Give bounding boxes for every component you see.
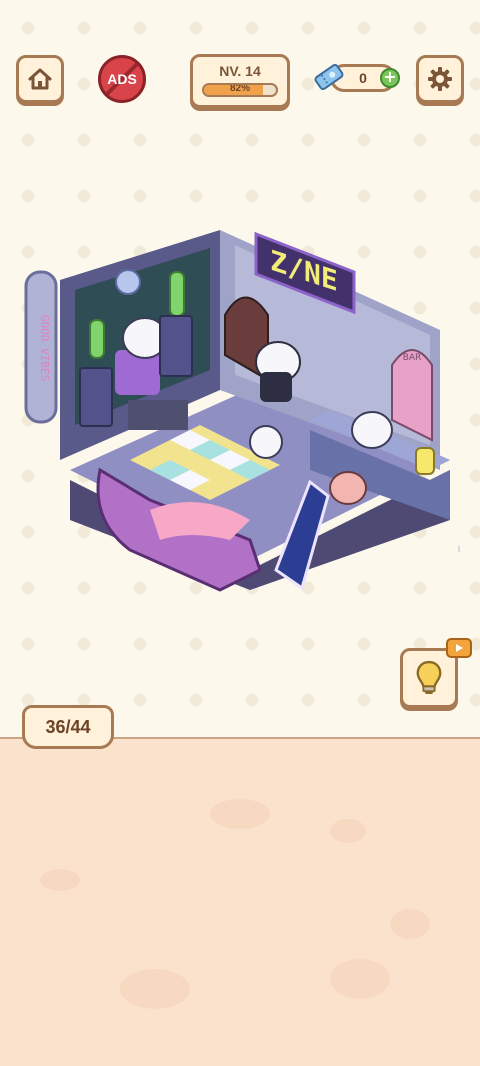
- bar-sign: BAR: [403, 353, 422, 363]
- items-found-counter: 36/44: [22, 705, 114, 749]
- bartender-cat: [351, 411, 393, 449]
- settings-button[interactable]: [416, 55, 464, 103]
- tray-texture-spot: [390, 909, 430, 939]
- tray-texture-spot: [40, 869, 80, 891]
- ads-label: ADS: [107, 71, 137, 87]
- item-tray: [0, 737, 480, 1066]
- house-icon: [28, 68, 52, 90]
- level-indicator: NV. 14 82%: [190, 54, 290, 108]
- disco-ball: [115, 269, 141, 295]
- customer-cow-cat: [329, 471, 367, 505]
- video-play-icon: [456, 644, 463, 652]
- ticket-icon: [314, 63, 344, 91]
- remove-ads-button[interactable]: ADS: [98, 55, 146, 103]
- gear-icon: [428, 67, 452, 91]
- customer-cat-blue-helmet: [249, 425, 283, 459]
- tray-texture-spot: [120, 969, 190, 1009]
- side-neon-sign: GOOD VIBES: [38, 315, 51, 381]
- add-tickets-button[interactable]: +: [380, 68, 400, 88]
- tray-texture-spot: [330, 819, 366, 843]
- video-play-badge: [446, 638, 472, 658]
- ticket-counter: 0 +: [312, 58, 400, 98]
- tray-texture-spot: [210, 799, 270, 829]
- home-button[interactable]: [16, 55, 64, 103]
- level-progress-text: 82%: [229, 83, 250, 94]
- tray-texture-spot: [330, 959, 390, 999]
- room-scene[interactable]: GOOD VIBES Z/NE BAR: [20, 220, 460, 600]
- level-label: NV. 14: [219, 63, 261, 79]
- lightbulb-icon: [416, 660, 442, 694]
- level-progress-bar: 82%: [202, 83, 278, 97]
